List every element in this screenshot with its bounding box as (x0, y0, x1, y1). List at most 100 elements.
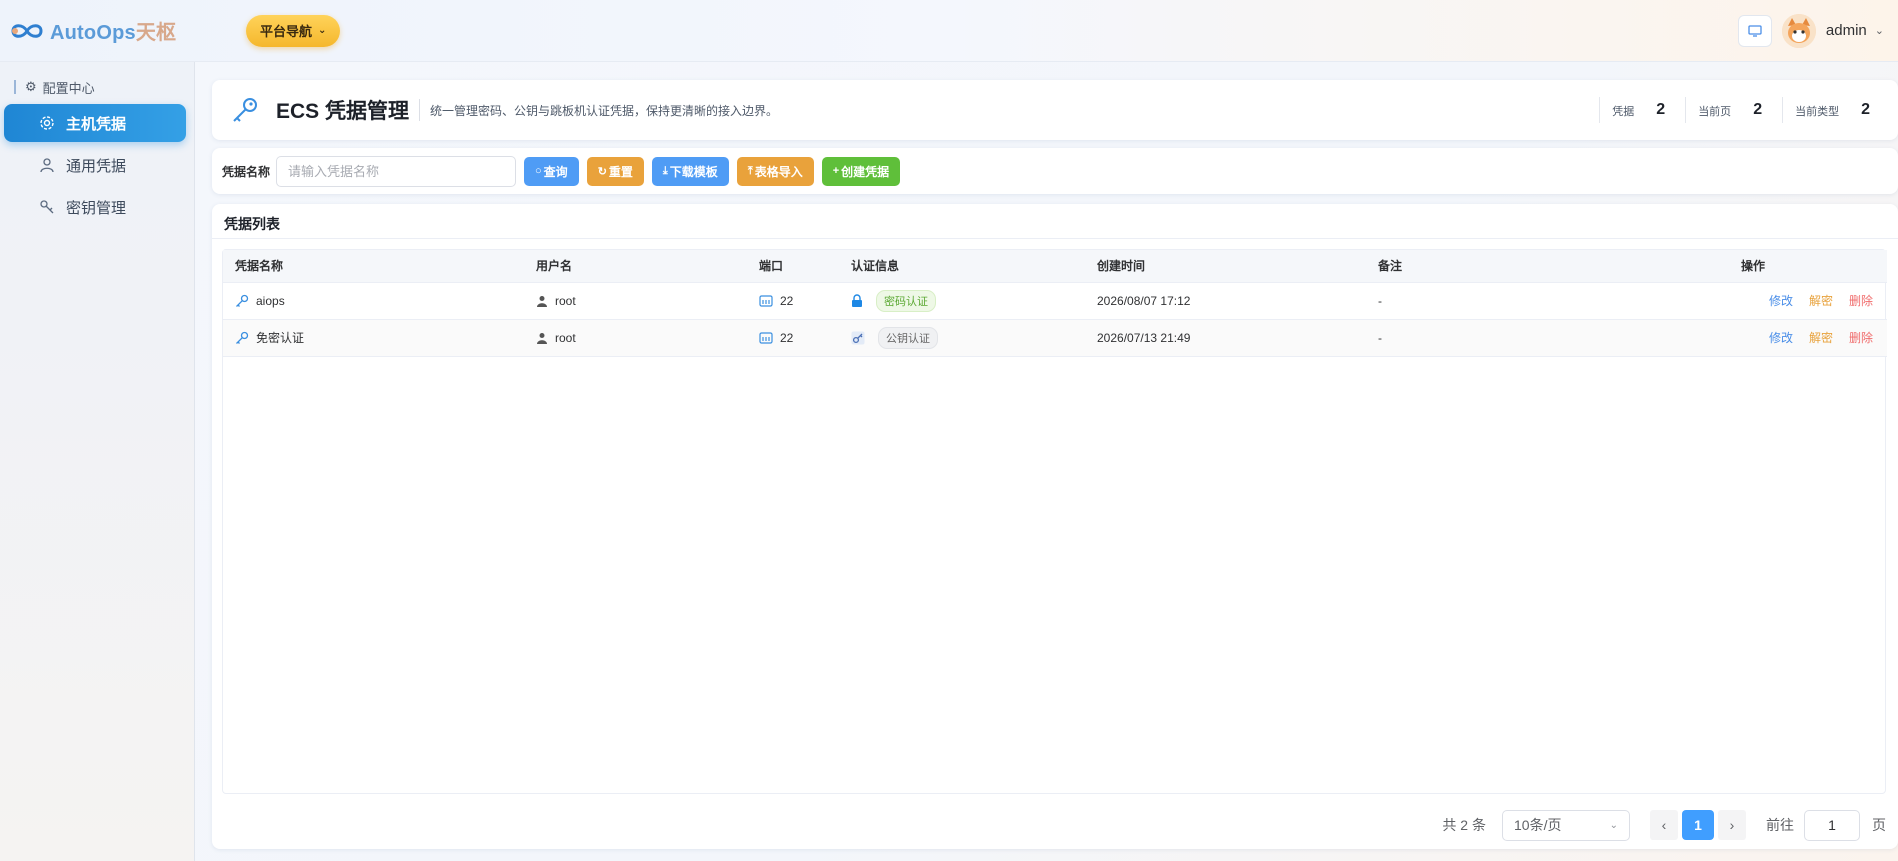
platform-nav-label: 平台导航 (260, 24, 313, 39)
goto-label: 前往 (1766, 817, 1794, 833)
user-icon (536, 295, 548, 307)
import-button-label: 表格导入 (754, 164, 803, 179)
infinity-logo-icon (11, 23, 43, 38)
auth-tag: 密码认证 (876, 289, 936, 312)
divider (212, 238, 1898, 239)
refresh-icon: ↻ (597, 165, 607, 178)
port-icon (759, 331, 773, 345)
plus-icon: + (832, 165, 840, 177)
column-header[interactable]: 创建时间 (1085, 250, 1366, 283)
edit-link[interactable]: 修改 (1769, 292, 1793, 309)
edit-link[interactable]: 修改 (1769, 329, 1793, 346)
table-header-row: 凭据名称 用户名 端口 认证信息 创建时间 备注 操作 (223, 250, 1887, 283)
key-icon (233, 98, 257, 122)
key-icon (38, 198, 56, 216)
main-content: ECS 凭据管理 统一管理密码、公钥与跳板机认证凭据，保持更清晰的接入边界。 凭… (212, 62, 1898, 861)
remark: - (1366, 319, 1666, 357)
create-credential-button[interactable]: + 创建凭据 (821, 156, 901, 186)
import-table-button[interactable]: ⤒ 表格导入 (736, 156, 814, 186)
sidebar-item-host-credentials[interactable]: 主机凭据 (4, 104, 186, 142)
stat-current-type: 当前类型 2 (1782, 97, 1890, 123)
decrypt-link[interactable]: 解密 (1809, 329, 1833, 346)
sidebar-item-key-management[interactable]: 密钥管理 (4, 188, 186, 226)
port-icon (759, 294, 773, 308)
pagination: 共 2 条 10条/页 ⌄ ‹ 1 › 前往 页 (1442, 809, 1898, 841)
gear-icon: ⚙ (25, 79, 37, 94)
upload-icon: ⤒ (747, 164, 753, 177)
delete-link[interactable]: 删除 (1849, 329, 1873, 346)
monitor-icon (1748, 24, 1762, 37)
download-button-label: 下载模板 (669, 164, 718, 179)
stat-value: 2 (1753, 101, 1763, 118)
credential-name: 免密认证 (256, 331, 305, 345)
query-button[interactable]: ○ 查询 (524, 156, 579, 186)
table-row[interactable]: 免密认证 root 22 公钥认证 2026/07/13 21:49 - 修改 … (223, 319, 1887, 357)
prev-page-button[interactable]: ‹ (1650, 810, 1678, 840)
filter-label: 凭据名称 (222, 164, 271, 179)
table-title: 凭据列表 (224, 216, 280, 232)
user-icon (536, 332, 548, 344)
lock-icon (851, 293, 863, 308)
title-divider (419, 99, 421, 121)
sidebar-group-label: 配置中心 (42, 80, 95, 96)
avatar[interactable] (1781, 13, 1816, 48)
group-marker (14, 80, 16, 94)
goto-page: 前往 页 (1766, 809, 1898, 841)
reset-button[interactable]: ↻ 重置 (586, 156, 644, 186)
credential-port: 22 (780, 293, 794, 308)
stat-current-page: 当前页 2 (1685, 97, 1782, 123)
app-name: AutoOps天枢 (50, 22, 177, 44)
user-icon (38, 156, 56, 174)
search-icon: ○ (535, 165, 542, 177)
create-button-label: 创建凭据 (841, 164, 890, 179)
next-page-button[interactable]: › (1718, 810, 1746, 840)
filter-bar: 凭据名称 ○ 查询 ↻ 重置 ⤓ 下载模板 ⤒ 表格导入 + 创建凭据 (212, 148, 1898, 194)
page-header-card: ECS 凭据管理 统一管理密码、公钥与跳板机认证凭据，保持更清晰的接入边界。 凭… (212, 80, 1898, 140)
key-icon (235, 294, 249, 308)
query-button-label: 查询 (543, 164, 568, 179)
page-size-value: 10条/页 (1514, 817, 1562, 833)
stat-value: 2 (1861, 101, 1870, 118)
platform-nav-button[interactable]: 平台导航 ⌄ (246, 14, 341, 47)
key-icon (235, 331, 249, 345)
chevron-down-icon[interactable]: ⌄ (1875, 24, 1884, 37)
sidebar-item-label: 密钥管理 (66, 199, 127, 217)
credential-port: 22 (780, 330, 794, 345)
created-time: 2026/08/07 17:12 (1085, 282, 1366, 320)
public-key-icon (851, 331, 865, 345)
stat-label: 当前页 (1698, 106, 1732, 118)
auth-tag: 公钥认证 (878, 326, 938, 349)
sidebar-group-config: ⚙ 配置中心 (0, 74, 194, 100)
created-time: 2026/07/13 21:49 (1085, 319, 1366, 357)
column-header[interactable]: 操作 (1666, 250, 1887, 283)
column-header[interactable]: 用户名 (524, 250, 747, 283)
credential-table: 凭据名称 用户名 端口 认证信息 创建时间 备注 操作 aiops root 2… (222, 249, 1887, 794)
column-header[interactable]: 备注 (1366, 250, 1666, 283)
sidebar-item-general-credentials[interactable]: 通用凭据 (4, 146, 186, 184)
decrypt-link[interactable]: 解密 (1809, 292, 1833, 309)
stat-credentials: 凭据 2 (1599, 97, 1685, 123)
chevron-down-icon: ⌄ (1609, 819, 1618, 831)
sidebar: ⚙ 配置中心 主机凭据 通用凭据 密钥管理 (0, 62, 195, 861)
stat-label: 凭据 (1612, 106, 1635, 118)
page-title: ECS 凭据管理 (276, 100, 410, 123)
username[interactable]: admin (1826, 22, 1867, 39)
app-logo[interactable]: AutoOps天枢 (8, 16, 238, 45)
stat-value: 2 (1656, 101, 1666, 118)
sidebar-item-label: 通用凭据 (66, 157, 127, 175)
gear-icon (38, 114, 56, 132)
screen-monitor-button[interactable] (1737, 14, 1772, 47)
table-row[interactable]: aiops root 22 密码认证 2026/08/07 17:12 - 修改… (223, 282, 1887, 320)
stats-group: 凭据 2 当前页 2 当前类型 2 (1599, 97, 1890, 123)
column-header[interactable]: 端口 (747, 250, 839, 283)
delete-link[interactable]: 删除 (1849, 292, 1873, 309)
chevron-down-icon: ⌄ (318, 25, 327, 36)
page-number-button[interactable]: 1 (1682, 810, 1714, 840)
remark: - (1366, 282, 1666, 320)
page-size-select[interactable]: 10条/页 ⌄ (1502, 809, 1630, 841)
column-header[interactable]: 凭据名称 (223, 250, 524, 283)
column-header[interactable]: 认证信息 (839, 250, 1085, 283)
goto-page-input[interactable] (1804, 809, 1860, 841)
credential-name-input[interactable] (276, 155, 517, 187)
download-template-button[interactable]: ⤓ 下载模板 (651, 156, 729, 186)
